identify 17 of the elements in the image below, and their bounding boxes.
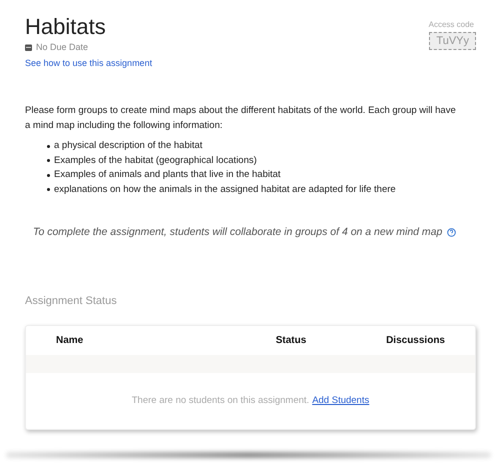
- bullet-text: Examples of the habitat (geographical locations): [54, 154, 257, 168]
- column-header: Name: [56, 335, 84, 346]
- bullet-text: explanations on how the animals in the assigned habitat are adapted for life there: [54, 182, 396, 197]
- description: Please form groups to create mind maps about the different habitats of the world. Each group will have a mind map including the following information:: [25, 104, 457, 133]
- bullet-text: Examples of animals and plants that live in the habitat: [54, 168, 281, 182]
- section-heading: Assignment Status: [25, 294, 118, 309]
- empty-message: There are no students on this assignment.: [132, 394, 310, 408]
- due-date: No Due Date: [36, 41, 88, 54]
- access-code: TuVYy: [429, 32, 476, 50]
- bullet-text: a physical description of the habitat: [54, 139, 202, 154]
- column-header: Discussions: [386, 335, 445, 346]
- access-code-label: Access code: [428, 19, 474, 31]
- assignment-title: Habitats: [25, 14, 107, 40]
- collaboration-note: To complete the assignment, students will collaborate in groups of 4 on a new mind map: [33, 225, 442, 240]
- column-header: Status: [276, 335, 306, 346]
- add-students-link[interactable]: Add Students: [312, 394, 370, 408]
- help-link[interactable]: See how to use this assignment: [25, 56, 152, 70]
